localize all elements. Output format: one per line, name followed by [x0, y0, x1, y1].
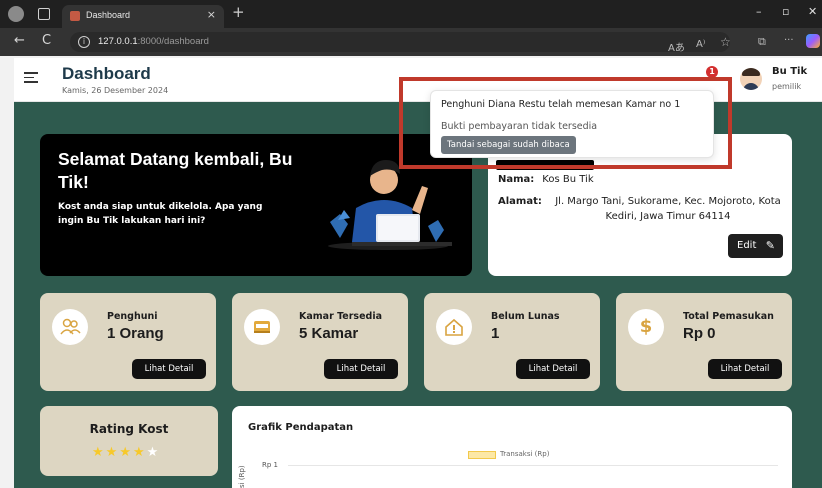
welcome-heading: Selamat Datang kembali, Bu Tik! [58, 149, 293, 192]
browser-tabbar: Dashboard × + – ▫ ✕ [0, 0, 822, 28]
stat-value: 5 Kamar [299, 325, 359, 342]
read-aloud-icon[interactable]: Aあ [668, 39, 685, 54]
url-field[interactable]: i 127.0.0.1:8000/dashboard Aあ A⁾ ☆ [70, 32, 731, 54]
notification-message[interactable]: Penghuni Diana Restu telah memesan Kamar… [441, 99, 680, 110]
stat-label: Kamar Tersedia [299, 311, 382, 322]
grafik-title: Grafik Pendapatan [248, 422, 354, 433]
edit-profile-button[interactable]: Edit ✎ [728, 234, 783, 258]
pencil-icon: ✎ [765, 239, 775, 252]
more-menu-icon[interactable]: ··· [784, 35, 794, 46]
lihat-detail-button[interactable]: Lihat Detail [708, 359, 782, 379]
house-alert-icon [436, 309, 472, 345]
new-tab-icon[interactable]: + [232, 3, 245, 21]
lihat-detail-button[interactable]: Lihat Detail [132, 359, 206, 379]
stat-label: Total Pemasukan [683, 311, 774, 322]
copilot-icon[interactable] [806, 34, 820, 48]
welcome-banner: Selamat Datang kembali, Bu Tik! Kost and… [40, 134, 472, 276]
notification-dropdown: Penghuni Diana Restu telah memesan Kamar… [430, 90, 714, 158]
stat-card-belum-lunas: Belum Lunas 1 Lihat Detail [424, 293, 600, 391]
lihat-detail-button[interactable]: Lihat Detail [324, 359, 398, 379]
user-role: pemilik [772, 82, 802, 91]
star-empty-icon: ★ [146, 445, 161, 460]
rating-stars: ★★★★★ [92, 445, 160, 460]
minimize-icon[interactable]: – [756, 5, 762, 18]
star-icon: ★ [119, 445, 133, 460]
stat-value: 1 Orang [107, 325, 164, 342]
stat-card-kamar: Kamar Tersedia 5 Kamar Lihat Detail [232, 293, 408, 391]
back-icon[interactable]: ← [14, 34, 25, 48]
tab-title: Dashboard [86, 10, 131, 20]
nama-row: Nama: Kos Bu Tik [498, 174, 594, 185]
favorite-star-icon[interactable]: ☆ [720, 35, 731, 49]
nama-label: Nama: [498, 174, 535, 185]
bed-icon [244, 309, 280, 345]
rating-card: Rating Kost ★★★★★ [40, 406, 218, 476]
star-icon: ★ [92, 445, 106, 460]
rating-title: Rating Kost [89, 422, 169, 436]
url-text: 127.0.0.1:8000/dashboard [98, 36, 209, 47]
legend-label: Transaksi (Rp) [500, 450, 550, 458]
lihat-detail-button[interactable]: Lihat Detail [516, 359, 590, 379]
legend-swatch[interactable] [468, 451, 496, 459]
menu-toggle-icon[interactable] [24, 72, 38, 86]
nama-value: Kos Bu Tik [542, 174, 594, 185]
url-host: 127.0.0.1 [98, 36, 138, 47]
grid-line [288, 465, 778, 466]
edit-label: Edit [737, 240, 757, 251]
avatar[interactable] [740, 68, 762, 90]
y-tick-label: Rp 1 [262, 461, 278, 469]
star-icon: ★ [132, 445, 147, 460]
user-name: Bu Tik [772, 66, 808, 77]
obscured-card-header [496, 160, 594, 170]
maximize-icon[interactable]: ▫ [782, 5, 789, 18]
grafik-pendapatan-card: Grafik Pendapatan Transaksi (Rp) ksi (Rp… [232, 406, 792, 488]
star-icon: ★ [105, 445, 120, 460]
tab-close-icon[interactable]: × [207, 8, 216, 21]
workspaces-icon[interactable] [38, 8, 50, 20]
stat-value: Rp 0 [683, 325, 716, 342]
reload-icon[interactable]: C [42, 34, 51, 48]
collections-icon[interactable]: ⧉ [758, 35, 766, 49]
notification-detail: Bukti pembayaran tidak tersedia [441, 121, 598, 132]
alamat-row: Alamat: Jl. Margo Tani, Sukorame, Kec. M… [498, 194, 788, 226]
welcome-text: Kost anda siap untuk dikelola. Apa yang … [58, 202, 263, 226]
browser-tab[interactable]: Dashboard × [62, 5, 224, 28]
person-laptop-illustration [328, 160, 452, 250]
stat-label: Belum Lunas [491, 311, 560, 322]
favicon-icon [70, 11, 80, 21]
stat-card-total-pemasukan: $ Total Pemasukan Rp 0 Lihat Detail [616, 293, 792, 391]
users-icon [52, 309, 88, 345]
site-info-icon[interactable]: i [78, 36, 90, 48]
page-title: Dashboard [62, 64, 151, 83]
close-window-icon[interactable]: ✕ [808, 5, 817, 18]
stat-card-penghuni: Penghuni 1 Orang Lihat Detail [40, 293, 216, 391]
profile-icon[interactable] [8, 6, 24, 22]
immersive-reader-icon[interactable]: A⁾ [696, 39, 705, 50]
dollar-icon: $ [628, 309, 664, 345]
alamat-value: Jl. Margo Tani, Sukorame, Kec. Mojoroto,… [555, 196, 781, 222]
url-path: :8000/dashboard [137, 36, 209, 47]
stat-label: Penghuni [107, 311, 158, 322]
y-axis-label: ksi (Rp) [238, 465, 246, 488]
address-bar: ← C i 127.0.0.1:8000/dashboard Aあ A⁾ ☆ ⧉… [0, 28, 822, 56]
stat-value: 1 [491, 325, 500, 342]
page-date: Kamis, 26 Desember 2024 [62, 86, 169, 95]
alamat-label: Alamat: [498, 196, 542, 207]
notification-badge[interactable]: 1 [706, 66, 718, 78]
mark-as-read-button[interactable]: Tandai sebagai sudah dibaca [441, 136, 576, 154]
